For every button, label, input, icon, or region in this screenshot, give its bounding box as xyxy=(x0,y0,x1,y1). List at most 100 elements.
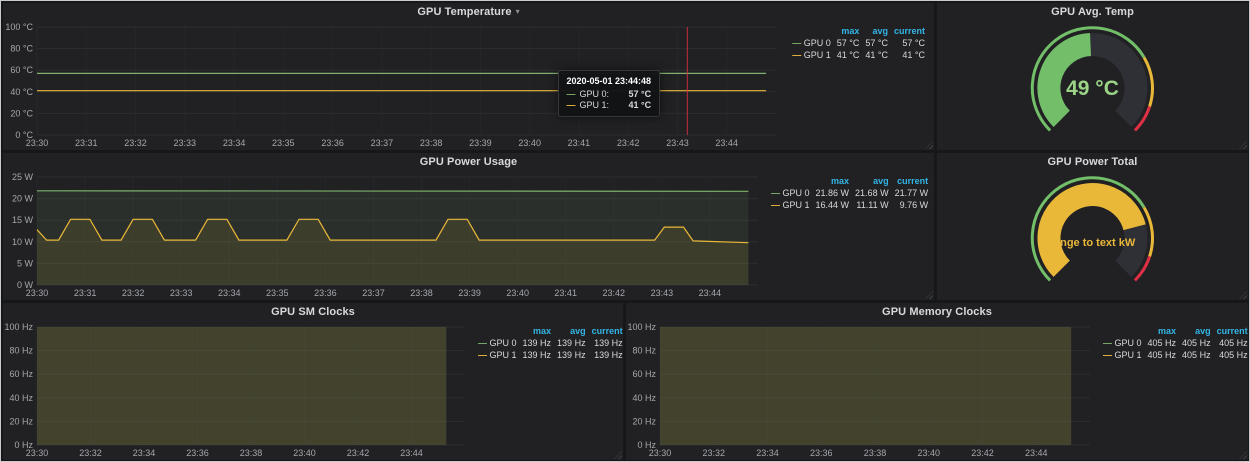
legend: maxavgcurrent— GPU 021.86 W21.68 W21.77 … xyxy=(766,170,934,300)
panel-header[interactable]: GPU Power Usage xyxy=(3,153,934,170)
panel-title[interactable]: GPU SM Clocks xyxy=(271,306,355,318)
x-tick-label: 23:38 xyxy=(420,138,443,148)
legend-header-avg[interactable]: avg xyxy=(852,175,892,187)
legend-max-value: 139 Hz xyxy=(520,349,555,361)
panel-header[interactable]: GPU Avg. Temp xyxy=(937,3,1248,20)
series-color-dash: — xyxy=(792,38,801,48)
panel-gpu-memory-clocks: GPU Memory Clocks 0 Hz20 Hz40 Hz60 Hz80 … xyxy=(626,303,1248,460)
grafana-dashboard: GPU Temperature ▾ 0 °C20 °C40 °C60 °C80 … xyxy=(0,0,1250,462)
legend-max-value: 139 Hz xyxy=(520,337,555,349)
legend-series-toggle[interactable]: — GPU 1 xyxy=(1100,349,1145,361)
legend-header-max[interactable]: max xyxy=(520,325,555,337)
x-tick-label: 23:38 xyxy=(864,448,887,458)
memory-clocks-chart[interactable]: 0 Hz20 Hz40 Hz60 Hz80 Hz100 Hz23:3023:32… xyxy=(626,320,1098,460)
power-chart[interactable]: 0 W5 W10 W15 W20 W25 W23:3023:3123:3223:… xyxy=(3,170,766,300)
tooltip-value: 41 °C xyxy=(616,100,651,110)
x-tick-label: 23:31 xyxy=(74,288,97,298)
legend-header-max[interactable]: max xyxy=(1145,325,1180,337)
y-tick-label: 100 Hz xyxy=(4,322,33,332)
legend-table: maxavgcurrent— GPU 057 °C57 °C57 °C— GPU… xyxy=(789,25,928,61)
x-tick-label: 23:42 xyxy=(617,138,640,148)
series-color-dash: — xyxy=(771,200,780,210)
x-tick-label: 23:44 xyxy=(1025,448,1048,458)
legend-series-toggle[interactable]: — GPU 0 xyxy=(768,187,813,199)
series-color-dash: — xyxy=(771,188,780,198)
legend-header-current[interactable]: current xyxy=(1214,325,1248,337)
series-color-dash: — xyxy=(792,50,801,60)
legend-header-max[interactable]: max xyxy=(813,175,853,187)
legend-current-value: 405 Hz xyxy=(1214,349,1248,361)
legend-series-toggle[interactable]: — GPU 1 xyxy=(789,49,834,61)
tooltip-row: — GPU 0: 57 °C xyxy=(567,89,652,99)
legend-current-value: 21.77 W xyxy=(892,187,932,199)
legend-header-current[interactable]: current xyxy=(589,325,623,337)
legend-header-avg[interactable]: avg xyxy=(1179,325,1214,337)
series-line xyxy=(37,191,748,192)
panel-header[interactable]: GPU SM Clocks xyxy=(3,303,623,320)
x-tick-label: 23:35 xyxy=(272,138,295,148)
panel-title[interactable]: GPU Memory Clocks xyxy=(882,306,992,318)
legend-current-value: 405 Hz xyxy=(1214,337,1248,349)
legend-row: — GPU 0139 Hz139 Hz139 Hz xyxy=(475,337,623,349)
x-tick-label: 23:42 xyxy=(347,448,370,458)
y-tick-label: 15 W xyxy=(12,215,34,225)
legend-series-toggle[interactable]: — GPU 0 xyxy=(789,37,834,49)
x-tick-label: 23:36 xyxy=(321,138,344,148)
y-tick-label: 5 W xyxy=(17,258,34,268)
x-tick-label: 23:30 xyxy=(649,448,672,458)
legend-max-value: 405 Hz xyxy=(1145,337,1180,349)
sm-clocks-chart-area[interactable]: 0 Hz20 Hz40 Hz60 Hz80 Hz100 Hz23:3023:32… xyxy=(3,320,473,460)
legend-series-toggle[interactable]: — GPU 1 xyxy=(768,199,813,211)
legend-header-avg[interactable]: avg xyxy=(554,325,589,337)
y-tick-label: 25 W xyxy=(12,172,34,182)
y-tick-label: 40 °C xyxy=(10,87,33,97)
panel-title[interactable]: GPU Power Usage xyxy=(420,156,517,168)
series-color-dash: — xyxy=(478,350,487,360)
x-tick-label: 23:37 xyxy=(371,138,394,148)
temperature-chart-area[interactable]: 0 °C20 °C40 °C60 °C80 °C100 °C23:3023:31… xyxy=(3,20,784,150)
legend-max-value: 16.44 W xyxy=(813,199,853,211)
legend-series-toggle[interactable]: — GPU 0 xyxy=(1100,337,1145,349)
legend-table: maxavgcurrent— GPU 0139 Hz139 Hz139 Hz— … xyxy=(475,325,623,361)
y-tick-label: 80 Hz xyxy=(632,346,656,356)
y-tick-label: 80 °C xyxy=(10,44,33,54)
tooltip-series-name: GPU 0: xyxy=(580,89,610,99)
x-tick-label: 23:44 xyxy=(400,448,423,458)
legend-series-toggle[interactable]: — GPU 1 xyxy=(475,349,520,361)
legend-header-max[interactable]: max xyxy=(834,25,863,37)
panel-header[interactable]: GPU Temperature ▾ xyxy=(3,3,934,20)
y-tick-label: 100 Hz xyxy=(627,322,656,332)
legend-header-current[interactable]: current xyxy=(892,175,932,187)
sm-clocks-chart[interactable]: 0 Hz20 Hz40 Hz60 Hz80 Hz100 Hz23:3023:32… xyxy=(3,320,473,460)
legend-series-toggle[interactable]: — GPU 0 xyxy=(475,337,520,349)
panel-header[interactable]: GPU Power Total xyxy=(937,153,1248,170)
legend-row: — GPU 057 °C57 °C57 °C xyxy=(789,37,928,49)
x-tick-label: 23:31 xyxy=(75,138,98,148)
legend-header-current[interactable]: current xyxy=(891,25,928,37)
panel-title[interactable]: GPU Power Total xyxy=(1048,156,1138,168)
panel-gpu-power-usage: GPU Power Usage 0 W5 W10 W15 W20 W25 W23… xyxy=(3,153,934,300)
legend-avg-value: 405 Hz xyxy=(1179,337,1214,349)
tooltip-value: 57 °C xyxy=(616,89,651,99)
x-tick-label: 23:37 xyxy=(362,288,385,298)
legend-current-value: 139 Hz xyxy=(589,337,623,349)
power-total-gauge: range to text kW xyxy=(937,170,1248,300)
panel-header[interactable]: GPU Memory Clocks xyxy=(626,303,1248,320)
x-tick-label: 23:42 xyxy=(603,288,626,298)
memory-clocks-chart-area[interactable]: 0 Hz20 Hz40 Hz60 Hz80 Hz100 Hz23:3023:32… xyxy=(626,320,1098,460)
legend-table: maxavgcurrent— GPU 0405 Hz405 Hz405 Hz— … xyxy=(1100,325,1248,361)
panel-title[interactable]: GPU Avg. Temp xyxy=(1051,6,1134,18)
panel-title[interactable]: GPU Temperature xyxy=(417,6,511,18)
y-tick-label: 20 Hz xyxy=(632,416,656,426)
power-chart-area[interactable]: 0 W5 W10 W15 W20 W25 W23:3023:3123:3223:… xyxy=(3,170,766,300)
chevron-down-icon[interactable]: ▾ xyxy=(516,8,520,16)
panel-gpu-temperature: GPU Temperature ▾ 0 °C20 °C40 °C60 °C80 … xyxy=(3,3,934,150)
panel-gpu-power-total: GPU Power Total range to text kW xyxy=(937,153,1248,300)
tooltip-time: 2020-05-01 23:44:48 xyxy=(567,76,652,86)
legend-header-avg[interactable]: avg xyxy=(862,25,891,37)
temperature-chart[interactable]: 0 °C20 °C40 °C60 °C80 °C100 °C23:3023:31… xyxy=(3,20,784,150)
graph-tooltip: 2020-05-01 23:44:48 — GPU 0: 57 °C — GPU… xyxy=(558,70,661,117)
legend-avg-value: 41 °C xyxy=(862,49,891,61)
legend-row: — GPU 1139 Hz139 Hz139 Hz xyxy=(475,349,623,361)
avg-temp-gauge-area: 49 °C xyxy=(937,20,1248,150)
